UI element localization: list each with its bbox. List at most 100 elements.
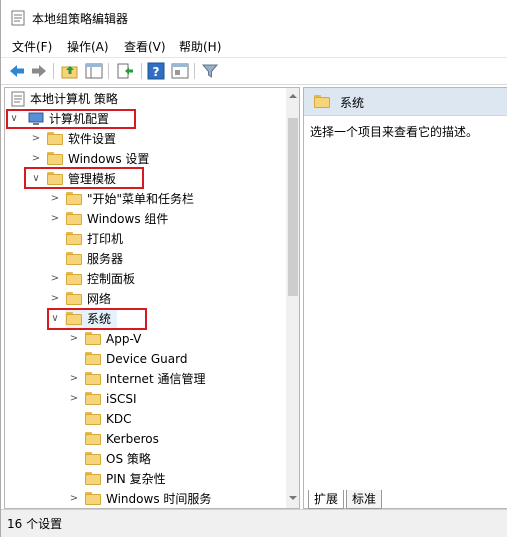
detail-header-title: 系统 [340, 96, 365, 110]
tree-item-iscsi[interactable]: > iSCSI [5, 389, 285, 409]
tree-label: 网络 [87, 292, 112, 306]
chevron-right-icon[interactable]: > [50, 189, 60, 209]
tree-label: Windows 设置 [68, 152, 150, 166]
policy-document-icon [11, 91, 25, 107]
tree-label: 系统 [87, 312, 112, 326]
tree-label: 软件设置 [68, 132, 117, 146]
menu-bar: 文件(F) 操作(A) 查看(V) 帮助(H) [1, 36, 507, 56]
chevron-right-icon[interactable]: > [50, 209, 60, 229]
menu-help[interactable]: 帮助(H) [179, 38, 221, 55]
folder-icon [85, 492, 101, 505]
tree-item-windows-settings[interactable]: > Windows 设置 [5, 149, 285, 169]
properties-icon[interactable] [171, 62, 189, 80]
back-arrow-icon[interactable] [8, 62, 26, 80]
folder-icon [47, 172, 63, 185]
folder-icon [66, 252, 82, 265]
tree-item-control-panel[interactable]: > 控制面板 [5, 269, 285, 289]
tree-item-device-guard[interactable]: Device Guard [5, 349, 285, 369]
folder-icon [85, 332, 101, 345]
tree-item-printers[interactable]: 打印机 [5, 229, 285, 249]
tree-label: PIN 复杂性 [106, 472, 166, 486]
tree-item-internet-comm[interactable]: > Internet 通信管理 [5, 369, 285, 389]
tab-standard[interactable]: 标准 [346, 490, 383, 509]
tree-label: "开始"菜单和任务栏 [87, 192, 195, 206]
detail-pane: 系统 选择一个项目来查看它的描述。 扩展 标准 [303, 87, 507, 509]
folder-icon [66, 292, 82, 305]
status-text: 16 个设置 [7, 517, 63, 531]
chevron-right-icon[interactable]: > [69, 329, 79, 349]
tree-item-windows-time[interactable]: > Windows 时间服务 [5, 489, 285, 508]
tree-item-kerberos[interactable]: Kerberos [5, 429, 285, 449]
menu-view[interactable]: 查看(V) [124, 38, 166, 55]
folder-icon [47, 132, 63, 145]
forward-arrow-icon[interactable] [30, 62, 48, 80]
chevron-right-icon[interactable]: > [50, 269, 60, 289]
chevron-right-icon[interactable]: > [50, 289, 60, 309]
chevron-down-icon[interactable]: ∨ [31, 169, 41, 189]
detail-header: 系统 [304, 88, 507, 116]
show-hide-tree-icon[interactable] [85, 62, 103, 80]
tree-label: Device Guard [106, 352, 188, 366]
tab-extended[interactable]: 扩展 [308, 490, 345, 509]
tree-pane: 本地计算机 策略 ∨ 计算机配置 > 软件设置 > Windows 设置 ∨ 管… [4, 87, 300, 509]
tree-item-root[interactable]: 本地计算机 策略 [5, 89, 285, 109]
tree-item-admin-templates[interactable]: ∨ 管理模板 [5, 169, 285, 189]
tree-label: App-V [106, 332, 142, 346]
tree-item-software-settings[interactable]: > 软件设置 [5, 129, 285, 149]
menu-action[interactable]: 操作(A) [67, 38, 109, 55]
tree-item-os-policy[interactable]: OS 策略 [5, 449, 285, 469]
detail-description: 选择一个项目来查看它的描述。 [310, 125, 479, 139]
tree-item-pin-complexity[interactable]: PIN 复杂性 [5, 469, 285, 489]
chevron-down-icon[interactable]: ∨ [50, 309, 60, 329]
help-icon[interactable]: ? [147, 62, 165, 80]
window-title: 本地组策略编辑器 [32, 12, 129, 26]
folder-icon [314, 95, 330, 108]
tree-scrollbar[interactable] [286, 88, 299, 508]
view-tabs: 扩展 标准 [304, 490, 507, 510]
chevron-right-icon[interactable]: > [69, 489, 79, 508]
tree-item-start-menu[interactable]: > "开始"菜单和任务栏 [5, 189, 285, 209]
folder-icon [85, 452, 101, 465]
tree-item-app-v[interactable]: > App-V [5, 329, 285, 349]
svg-text:?: ? [153, 65, 160, 79]
tree-item-server[interactable]: 服务器 [5, 249, 285, 269]
tree-item-system[interactable]: ∨ 系统 [5, 309, 285, 329]
tree-label: 计算机配置 [49, 112, 110, 126]
folder-icon [85, 392, 101, 405]
menu-file[interactable]: 文件(F) [12, 38, 52, 55]
tree-label: 控制面板 [87, 272, 136, 286]
folder-icon [85, 352, 101, 365]
folder-icon [47, 152, 63, 165]
chevron-right-icon[interactable]: > [69, 389, 79, 409]
chevron-right-icon[interactable]: > [69, 369, 79, 389]
scroll-up-arrow-icon[interactable] [288, 91, 298, 101]
folder-icon [85, 472, 101, 485]
status-bar: 16 个设置 [1, 509, 507, 537]
tree-item-windows-components[interactable]: > Windows 组件 [5, 209, 285, 229]
tree-label: Internet 通信管理 [106, 372, 206, 386]
policy-document-icon [11, 10, 25, 26]
chevron-right-icon[interactable]: > [31, 149, 41, 169]
computer-icon [28, 112, 44, 125]
toolbar: ? [1, 57, 507, 85]
scroll-down-arrow-icon[interactable] [288, 493, 298, 503]
folder-open-icon [66, 312, 82, 325]
folder-icon [66, 192, 82, 205]
export-list-icon[interactable] [116, 62, 134, 80]
tree-item-kdc[interactable]: KDC [5, 409, 285, 429]
scroll-thumb[interactable] [288, 118, 298, 296]
tree-label: 本地计算机 策略 [30, 92, 118, 106]
filter-icon[interactable] [201, 62, 219, 80]
tree-item-network[interactable]: > 网络 [5, 289, 285, 309]
title-bar: 本地组策略编辑器 [1, 0, 507, 34]
tree-item-computer-config[interactable]: ∨ 计算机配置 [5, 109, 285, 129]
folder-icon [85, 372, 101, 385]
chevron-right-icon[interactable]: > [31, 129, 41, 149]
tree-label: OS 策略 [106, 452, 151, 466]
tree-label: Kerberos [106, 432, 159, 446]
chevron-down-icon[interactable]: ∨ [9, 109, 19, 129]
tree-label: Windows 时间服务 [106, 492, 212, 506]
up-folder-icon[interactable] [61, 62, 79, 80]
tree-label: 管理模板 [68, 172, 117, 186]
folder-icon [85, 412, 101, 425]
